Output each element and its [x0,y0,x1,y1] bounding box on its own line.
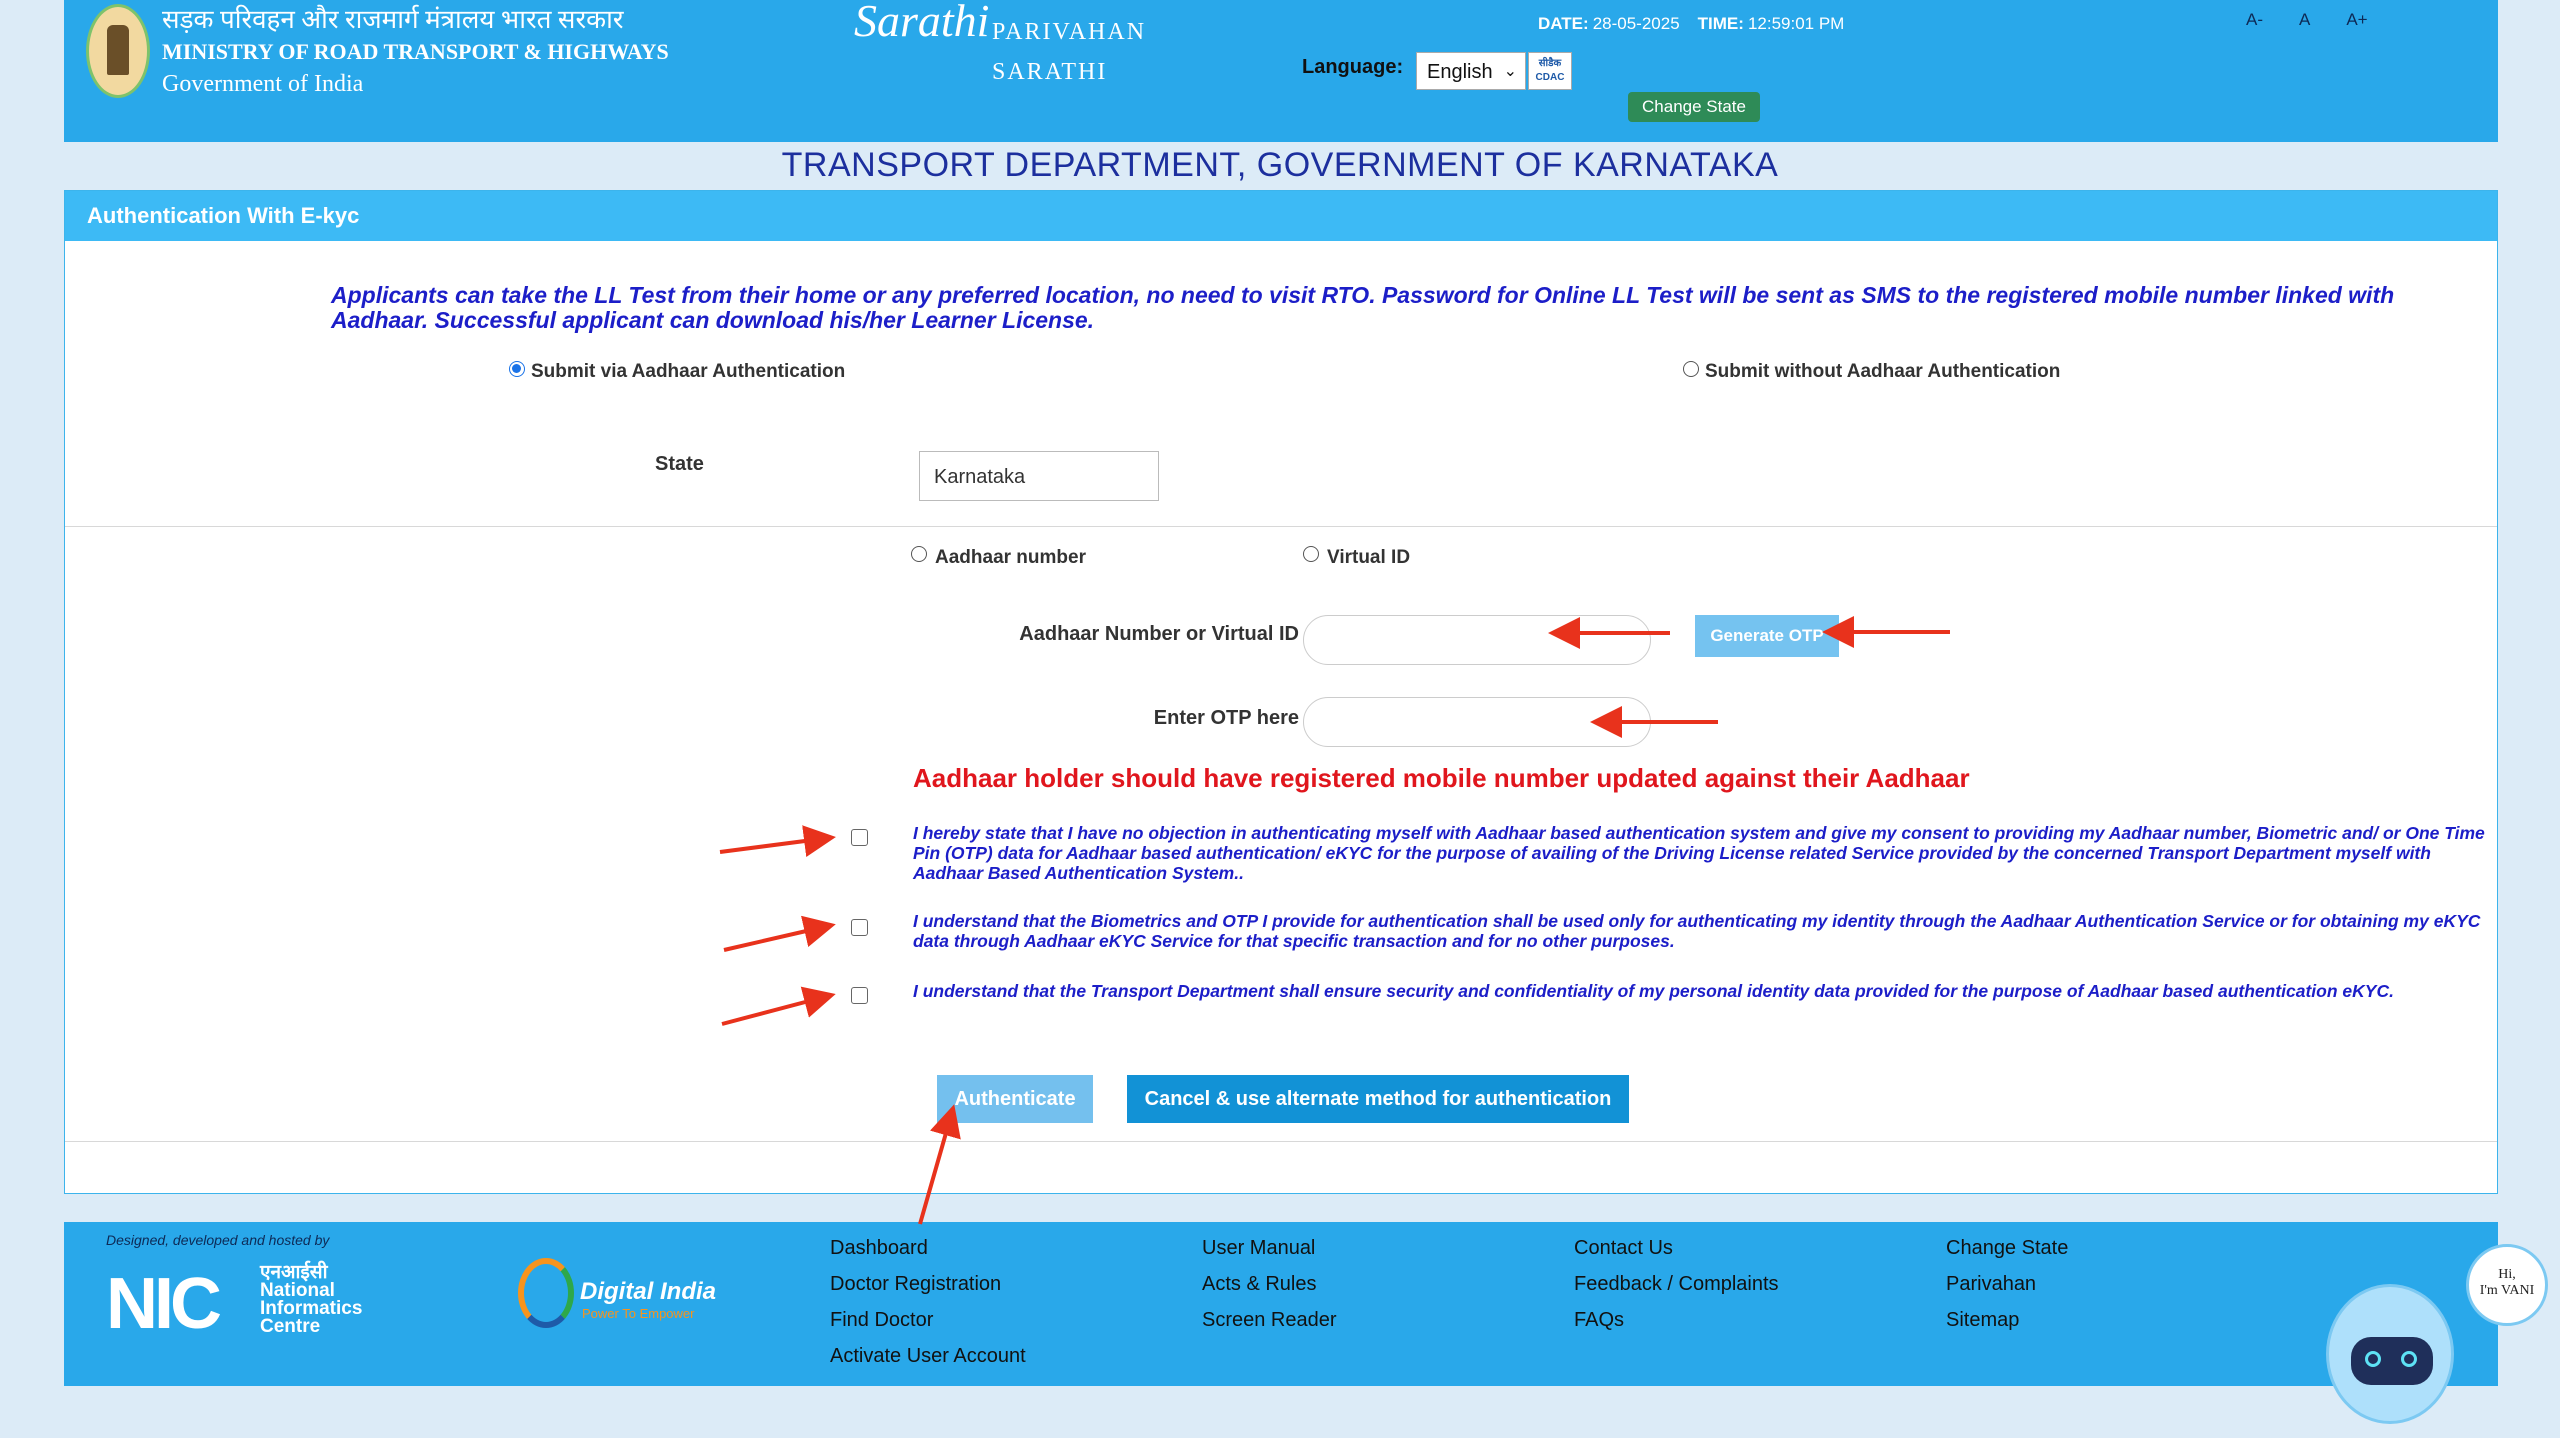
ministry-hindi: सड़क परिवहन और राजमार्ग मंत्रालय भारत सर… [162,5,624,34]
virtual-id-radio[interactable] [1303,546,1319,562]
footer-link-find-doctor[interactable]: Find Doctor [830,1302,1026,1338]
vani-speech-bubble[interactable]: Hi, I'm VANI [2466,1244,2548,1326]
language-value: English [1427,61,1493,83]
date-time: DATE: 28-05-2025 TIME: 12:59:01 PM [1538,14,1844,34]
site-header: सड़क परिवहन और राजमार्ग मंत्रालय भारत सर… [64,0,2498,142]
footer-link-feedback[interactable]: Feedback / Complaints [1574,1266,1779,1302]
robot-face [2351,1337,2433,1385]
generate-otp-button[interactable]: Generate OTP [1695,615,1839,657]
robot-eye-icon [2365,1351,2381,1367]
aadhaar-number-label[interactable]: Aadhaar number [935,547,1086,569]
digital-india-tagline: Power To Empower [582,1306,695,1321]
sarathi-logo[interactable]: Sarathi [854,0,989,44]
panel-heading: Authentication With E-kyc [65,191,2497,241]
government-label: Government of India [162,71,364,97]
authenticate-button[interactable]: Authenticate [937,1075,1093,1123]
robot-eye-icon [2401,1351,2417,1367]
consent-2-checkbox[interactable] [851,919,868,936]
footer-link-contact-us[interactable]: Contact Us [1574,1230,1779,1266]
language-label: Language: [1302,56,1404,78]
footer-link-screen-reader[interactable]: Screen Reader [1202,1302,1337,1338]
section-divider [65,526,2497,527]
font-normal-button[interactable]: A [2299,10,2310,29]
nic-text: एनआईसी National Informatics Centre [260,1263,362,1337]
designed-by: Designed, developed and hosted by [106,1232,330,1248]
aadhaar-number-radio[interactable] [911,546,927,562]
consent-3-text: I understand that the Transport Departme… [913,981,2394,1001]
date-value: 28-05-2025 [1592,14,1680,33]
digital-india-icon [518,1258,574,1328]
cancel-alternate-button[interactable]: Cancel & use alternate method for authen… [1127,1075,1629,1123]
footer-link-acts-rules[interactable]: Acts & Rules [1202,1266,1337,1302]
footer-col-4: Change State Parivahan Sitemap [1946,1230,2068,1338]
consent-2-text: I understand that the Biometrics and OTP… [913,911,2481,951]
submit-via-aadhaar-label[interactable]: Submit via Aadhaar Authentication [531,361,845,383]
state-field[interactable]: Karnataka [919,451,1159,501]
mobile-warning: Aadhaar holder should have registered mo… [913,763,1970,793]
time-label: TIME: [1697,14,1744,33]
cdac-logo: सीडैक CDAC [1528,52,1572,90]
otp-input[interactable] [1303,697,1651,747]
nic-line-3: Centre [260,1316,321,1337]
sarathi-label: SARATHI [992,59,1108,85]
virtual-id-label[interactable]: Virtual ID [1327,547,1410,569]
vani-chatbot[interactable]: Hi, I'm VANI [2326,1244,2548,1434]
site-footer: Designed, developed and hosted by NIC एन… [64,1222,2498,1386]
language-select[interactable]: English ⌄ [1416,52,1526,90]
footer-link-parivahan[interactable]: Parivahan [1946,1266,2068,1302]
footer-link-change-state[interactable]: Change State [1946,1230,2068,1266]
chevron-down-icon: ⌄ [1503,63,1517,80]
footer-col-2: User Manual Acts & Rules Screen Reader [1202,1230,1337,1338]
robot-icon[interactable] [2326,1284,2454,1424]
submit-without-aadhaar-radio[interactable] [1683,361,1699,377]
date-label: DATE: [1538,14,1589,33]
footer-link-activate-account[interactable]: Activate User Account [830,1338,1026,1374]
submit-via-aadhaar-radio[interactable] [509,361,525,377]
footer-link-user-manual[interactable]: User Manual [1202,1230,1337,1266]
time-value: 12:59:01 PM [1747,14,1845,33]
consent-1-text: I hereby state that I have no objection … [913,823,2485,883]
aadhaar-number-input[interactable] [1303,615,1651,665]
notice-text: Applicants can take the LL Test from the… [331,282,2395,333]
aadhaar-field-label: Aadhaar Number or Virtual ID [1019,623,1299,645]
page-title: TRANSPORT DEPARTMENT, GOVERNMENT OF KARN… [781,146,1779,184]
footer-link-dashboard[interactable]: Dashboard [830,1230,1026,1266]
parivahan-sarathi-title: PARIVAHAN SARATHI [992,12,1146,92]
footer-link-doctor-registration[interactable]: Doctor Registration [830,1266,1026,1302]
footer-link-faqs[interactable]: FAQs [1574,1302,1779,1338]
ministry-block: सड़क परिवहन और राजमार्ग मंत्रालय भारत सर… [162,4,669,100]
parivahan-label: PARIVAHAN [992,19,1147,45]
footer-link-sitemap[interactable]: Sitemap [1946,1302,2068,1338]
font-decrease-button[interactable]: A- [2246,10,2263,29]
bottom-divider [65,1141,2497,1142]
digital-india-text: Digital India [580,1278,717,1305]
consent-3-checkbox[interactable] [851,987,868,1004]
vani-name: I'm VANI [2479,1283,2535,1298]
nic-logo[interactable]: NIC [106,1268,222,1340]
state-label: State [655,453,704,475]
vani-greeting: Hi, [2498,1267,2516,1282]
font-size-controls: A- A A+ [2246,10,2404,30]
national-emblem-icon [86,4,150,98]
font-increase-button[interactable]: A+ [2346,10,2367,29]
footer-col-1: Dashboard Doctor Registration Find Docto… [830,1230,1026,1374]
ministry-english: MINISTRY OF ROAD TRANSPORT & HIGHWAYS [162,39,669,64]
submit-without-aadhaar-label[interactable]: Submit without Aadhaar Authentication [1705,361,2060,383]
consent-1-checkbox[interactable] [851,829,868,846]
change-state-button[interactable]: Change State [1628,92,1760,122]
ekyc-panel: Authentication With E-kyc Applicants can… [64,190,2498,1194]
footer-col-3: Contact Us Feedback / Complaints FAQs [1574,1230,1779,1338]
otp-field-label: Enter OTP here [1153,707,1299,729]
